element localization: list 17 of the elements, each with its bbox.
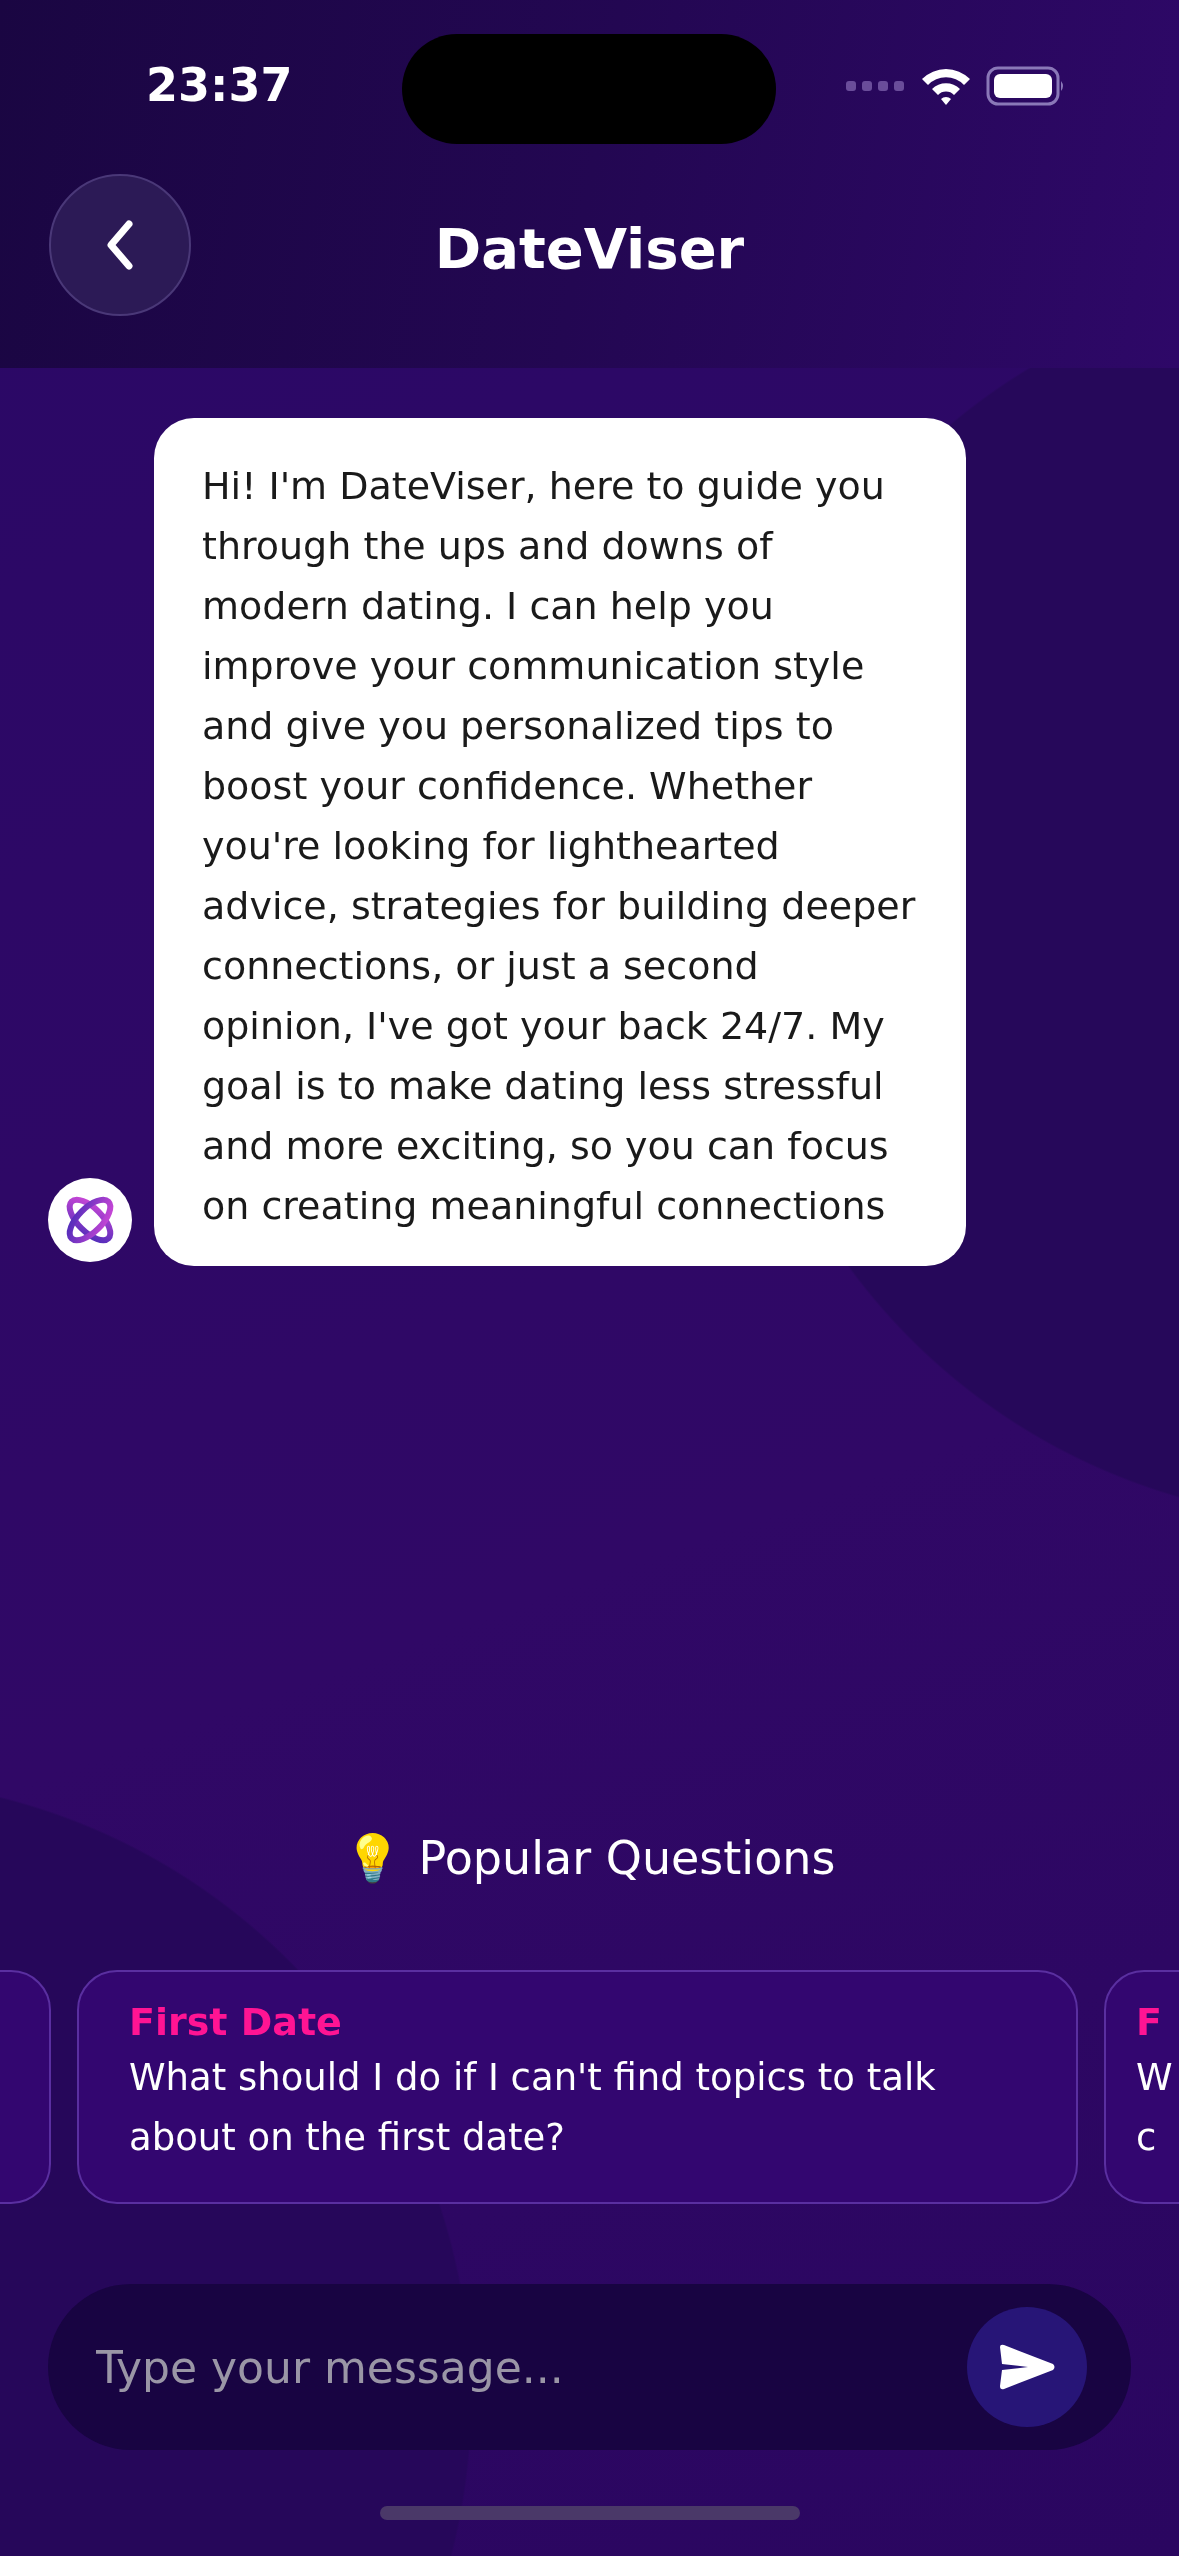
section-title: Popular Questions <box>418 1831 836 1885</box>
question-text: What should I do if I can't find topics to talk about on the first date? <box>129 2055 937 2161</box>
send-icon <box>998 2344 1056 2390</box>
wifi-icon <box>920 66 972 106</box>
battery-icon <box>986 66 1066 106</box>
question-card[interactable]: First Date What should I do if I can't find topics to talk about on the first date? <box>77 1970 1078 2204</box>
category-label: F <box>1136 1999 1163 2046</box>
back-icon <box>105 220 135 270</box>
question-card[interactable]: F W c <box>1104 1970 1179 2204</box>
lightbulb-icon: 💡 <box>343 1831 401 1885</box>
signal-icon <box>846 79 906 93</box>
screen-title: DateViser <box>434 215 745 283</box>
category-label: First Date <box>129 1999 343 2046</box>
question-text: c <box>1136 2115 1158 2161</box>
message-text: Hi! I'm DateViser, here to guide you through the ups and downs of modern dating. I can help you improve your communication style and give you personalized tips to boost your confidence. Whether you're looking for lighthearted advice, strategies for building deeper connections, or just a second opinion, I've got your back 24/7. My goal is to make dating less stressful and more exciting, so you can focus on creating meaningful connections <box>202 463 917 1230</box>
question-text: W <box>1136 2055 1174 2101</box>
message-field[interactable]: Type your message... <box>48 2284 1131 2450</box>
